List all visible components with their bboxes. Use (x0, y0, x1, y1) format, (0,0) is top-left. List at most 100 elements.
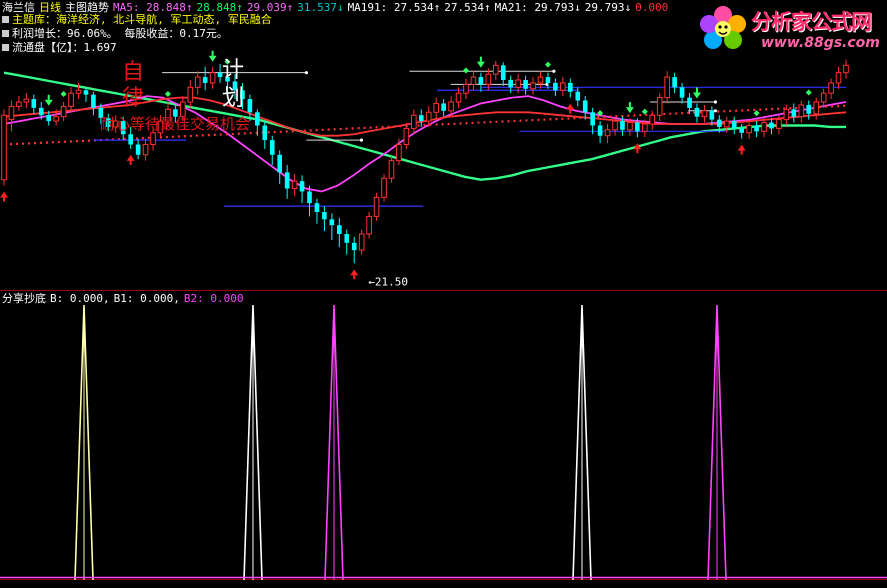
candle-body (754, 125, 759, 132)
lower-value-0: B: 0.000, (50, 292, 110, 305)
candle (202, 66, 208, 91)
candle-body (31, 99, 37, 108)
candle-body (314, 203, 320, 212)
candle-body (448, 101, 454, 112)
candle-body (322, 212, 327, 220)
candle (373, 192, 380, 221)
candle (694, 103, 700, 123)
candle (135, 138, 141, 160)
candle-body (381, 177, 387, 198)
info-value: 海洋经济, 北斗导航, 军工动态, 军民融合 (56, 13, 272, 26)
info-theme: 主题库：海洋经济, 北斗导航, 军工动态, 军民融合 (2, 13, 272, 26)
lower-values: B: 0.000, B1: 0.000, B2: 0.000 (50, 292, 247, 305)
candle-body (38, 107, 44, 116)
candle-body (843, 64, 849, 74)
candle-body (492, 64, 499, 75)
candle-body (91, 94, 96, 108)
candle-body (761, 122, 767, 132)
candle-body (500, 65, 506, 80)
candle (381, 173, 387, 202)
candle-body (687, 97, 692, 108)
candle-body (46, 115, 52, 122)
candle (60, 102, 67, 122)
candle-body (553, 82, 558, 91)
bullet-icon (2, 30, 9, 37)
candle (142, 138, 149, 161)
candle-body (776, 119, 782, 129)
logo-url: www.88gs.com (761, 35, 880, 51)
candle-body (478, 77, 484, 85)
candle (470, 71, 477, 91)
info-profit: 利润增长：96.06%。 每股收益：0.17元。 (2, 27, 228, 40)
lower-panel[interactable] (0, 304, 887, 581)
candle-body (575, 91, 581, 101)
candle-body (470, 76, 477, 85)
flower-logo-icon (700, 6, 746, 49)
candle-body (366, 215, 372, 235)
lower-value-1: B1: 0.000, (113, 292, 180, 305)
ma-value-5: 27.534↑ (444, 1, 491, 14)
candle-body (783, 108, 790, 121)
candle (388, 156, 395, 183)
candle (530, 77, 536, 95)
info-value: 1.697 (83, 41, 117, 54)
candle-body (515, 79, 521, 88)
candle (746, 121, 752, 139)
candle-body (53, 116, 59, 122)
lower-panel-name: 分享抄底 (2, 292, 46, 305)
overlay-char-lv: 律 (122, 86, 145, 111)
candle-body (329, 219, 335, 226)
bullet-icon (2, 16, 9, 23)
candle-body (8, 105, 15, 121)
info-label: 流通盘【亿】： (12, 41, 84, 54)
candle (835, 66, 842, 89)
lower-value-2: B2: 0.000 (183, 292, 244, 305)
candle-body (656, 97, 663, 116)
low-price-label: ←21.50 (368, 275, 408, 288)
candle (478, 72, 484, 92)
candle (769, 118, 774, 135)
candle-body (567, 82, 573, 92)
candle (269, 135, 275, 166)
ma-value-3: 31.537↓ (297, 1, 344, 14)
candle (701, 104, 708, 123)
candle-body (612, 120, 618, 131)
candle-body (23, 98, 30, 103)
candle-body (820, 92, 827, 103)
candle-body (485, 73, 492, 85)
candle-body (433, 102, 439, 113)
candle-body (731, 121, 737, 129)
candle-body (523, 80, 528, 89)
signal-diamond-icon (462, 67, 469, 74)
candle (739, 124, 744, 139)
candle-body (672, 77, 677, 88)
candle-body (649, 114, 656, 125)
lower-header: 分享抄底 B: 0.000, B1: 0.000, B2: 0.000 (2, 292, 251, 305)
candle (582, 96, 588, 120)
candle-body (597, 125, 603, 136)
candle-body (351, 242, 357, 251)
candle (433, 97, 439, 119)
sell-arrow-icon (476, 61, 485, 68)
candle (560, 77, 566, 97)
candle-body (142, 144, 149, 156)
candle (284, 165, 290, 199)
candle-body (723, 120, 730, 128)
candle-body (307, 191, 312, 204)
candle (351, 236, 357, 264)
candle (411, 109, 417, 135)
info-float: 流通盘【亿】：1.697 (2, 41, 117, 54)
candle-body (75, 89, 82, 94)
pressure-line-end (552, 69, 556, 73)
candle (187, 80, 194, 108)
candle (604, 124, 611, 144)
candle (567, 78, 573, 98)
candle (336, 217, 342, 248)
candle (209, 66, 216, 89)
candle (590, 107, 595, 135)
candle-body (358, 233, 365, 251)
candle-body (835, 72, 842, 84)
candle-body (255, 112, 260, 126)
overlay-slogan: 耐心等待最佳交易机会 (100, 115, 251, 133)
candle (329, 213, 335, 240)
